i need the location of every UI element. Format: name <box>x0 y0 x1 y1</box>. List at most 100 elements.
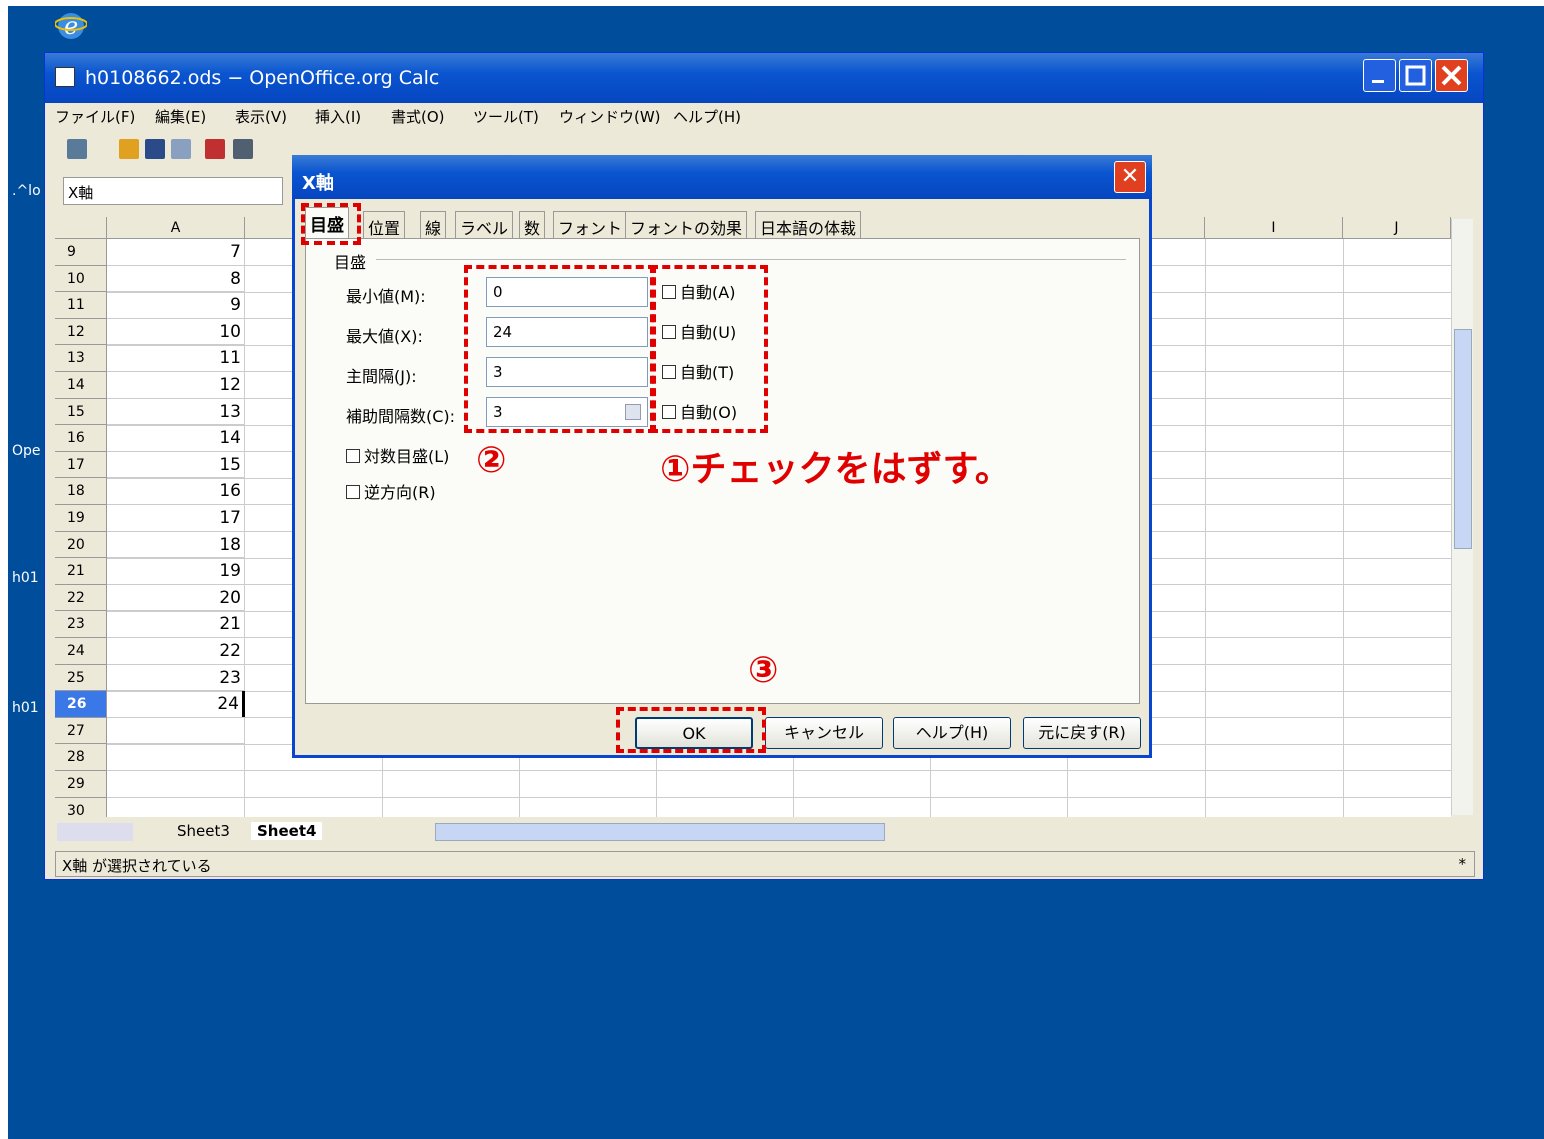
window-titlebar[interactable]: h0108662.ods − OpenOffice.org Calc <box>45 53 1483 103</box>
column-header-a[interactable]: A <box>107 217 245 239</box>
cell-a[interactable] <box>107 744 245 771</box>
menu-format[interactable]: 書式(O) <box>391 106 445 127</box>
vertical-scrollbar[interactable] <box>1451 219 1473 815</box>
cell-a[interactable] <box>107 797 245 817</box>
cell-a[interactable]: 11 <box>107 345 245 372</box>
grid-line <box>1343 239 1344 817</box>
cell-a[interactable]: 20 <box>107 584 245 612</box>
maximize-button[interactable] <box>1399 59 1432 92</box>
tab-font[interactable]: フォント <box>553 211 628 239</box>
cell-a[interactable]: 7 <box>107 239 245 266</box>
horizontal-scrollbar[interactable] <box>435 823 885 841</box>
corner-header[interactable] <box>55 217 107 239</box>
row-header[interactable]: 11 <box>55 292 107 319</box>
print-icon[interactable] <box>233 139 253 159</box>
cell-a[interactable]: 24 <box>107 691 245 718</box>
sheet-tab-sheet3[interactable]: Sheet3 <box>177 822 230 840</box>
column-header-i[interactable]: I <box>1205 217 1343 239</box>
checkbox-box[interactable] <box>346 449 360 463</box>
pdf-icon[interactable] <box>205 139 225 159</box>
cell-a[interactable]: 13 <box>107 398 245 426</box>
cell-a[interactable]: 14 <box>107 425 245 452</box>
highlight-scale-tab <box>301 203 361 245</box>
row-header[interactable]: 10 <box>55 265 107 293</box>
row-header[interactable]: 29 <box>55 771 107 798</box>
row-header[interactable]: 12 <box>55 318 107 346</box>
menu-view[interactable]: 表示(V) <box>235 106 287 127</box>
row-header[interactable]: 9 <box>55 239 107 266</box>
row-header[interactable]: 26 <box>55 691 107 718</box>
tab-font-effects[interactable]: フォントの効果 <box>625 211 748 239</box>
cell-a[interactable]: 10 <box>107 318 245 346</box>
tab-asian-layout[interactable]: 日本語の体裁 <box>755 211 862 239</box>
checkbox-box[interactable] <box>346 485 360 499</box>
row-header[interactable]: 23 <box>55 611 107 638</box>
row-header[interactable]: 30 <box>55 797 107 817</box>
cell-a[interactable]: 23 <box>107 664 245 692</box>
row-header[interactable]: 21 <box>55 558 107 585</box>
row-header[interactable]: 15 <box>55 398 107 426</box>
dialog-titlebar[interactable]: X軸 ✕ <box>292 155 1152 199</box>
cell-a[interactable] <box>107 717 245 745</box>
cell-a[interactable]: 17 <box>107 505 245 532</box>
annotation-step1: ①チェックをはずす。 <box>660 449 1011 490</box>
row-header[interactable]: 27 <box>55 717 107 745</box>
grid-line <box>107 797 1451 798</box>
row-header[interactable]: 25 <box>55 664 107 692</box>
cell-a[interactable]: 19 <box>107 558 245 585</box>
save-icon[interactable] <box>145 139 165 159</box>
row-header[interactable]: 14 <box>55 372 107 399</box>
dialog-close-button[interactable]: ✕ <box>1114 161 1146 193</box>
menu-window[interactable]: ウィンドウ(W) <box>559 106 661 127</box>
grid-line <box>107 770 1451 772</box>
help-button[interactable]: ヘルプ(H) <box>893 717 1011 749</box>
row-header[interactable]: 24 <box>55 638 107 665</box>
cell-a[interactable]: 21 <box>107 611 245 638</box>
row-header[interactable]: 17 <box>55 451 107 479</box>
cell-a[interactable]: 16 <box>107 478 245 505</box>
menu-help[interactable]: ヘルプ(H) <box>673 106 741 127</box>
reverse-checkbox[interactable]: 逆方向(R) <box>346 479 436 503</box>
minimize-button[interactable] <box>1363 59 1396 92</box>
open-icon[interactable] <box>119 139 139 159</box>
cancel-button[interactable]: キャンセル <box>765 717 883 749</box>
row-header[interactable]: 22 <box>55 584 107 612</box>
menu-file[interactable]: ファイル(F) <box>55 106 135 127</box>
row-header[interactable]: 16 <box>55 425 107 452</box>
tab-line[interactable]: 線 <box>420 211 447 239</box>
close-button[interactable] <box>1435 59 1468 92</box>
row-header[interactable]: 20 <box>55 531 107 559</box>
mail-icon[interactable] <box>171 139 191 159</box>
document-icon <box>55 67 75 87</box>
new-icon[interactable] <box>67 139 87 159</box>
log-scale-checkbox[interactable]: 対数目盛(L) <box>346 443 449 467</box>
cell-a[interactable]: 22 <box>107 638 245 665</box>
cell-a[interactable] <box>107 771 245 798</box>
cell-a[interactable]: 18 <box>107 531 245 559</box>
name-box[interactable]: X軸 <box>63 177 283 205</box>
tab-position[interactable]: 位置 <box>363 211 406 239</box>
row-header[interactable]: 13 <box>55 345 107 372</box>
checkbox-label: 対数目盛(L) <box>364 447 450 466</box>
cell-a[interactable]: 9 <box>107 292 245 319</box>
tab-number[interactable]: 数 <box>519 211 546 239</box>
reset-button[interactable]: 元に戻す(R) <box>1023 717 1141 749</box>
menu-edit[interactable]: 編集(E) <box>155 106 206 127</box>
row-header[interactable]: 18 <box>55 478 107 505</box>
row-header[interactable]: 28 <box>55 744 107 771</box>
ie-icon[interactable]: e <box>54 6 88 42</box>
scroll-thumb[interactable] <box>1454 329 1472 549</box>
tab-label[interactable]: ラベル <box>455 211 514 239</box>
dialog-title: X軸 <box>302 173 334 194</box>
cell-a[interactable]: 8 <box>107 265 245 293</box>
row-header[interactable]: 19 <box>55 505 107 532</box>
desktop-label: Ope <box>12 443 41 459</box>
cell-a[interactable]: 12 <box>107 372 245 399</box>
cell-a[interactable]: 15 <box>107 451 245 479</box>
menu-tools[interactable]: ツール(T) <box>473 106 539 127</box>
major-interval-label: 主間隔(J): <box>346 367 417 386</box>
sheet-nav-buttons[interactable] <box>57 823 133 841</box>
menu-insert[interactable]: 挿入(I) <box>315 106 361 127</box>
column-header-j[interactable]: J <box>1343 217 1451 239</box>
sheet-tab-sheet4[interactable]: Sheet4 <box>251 822 323 840</box>
